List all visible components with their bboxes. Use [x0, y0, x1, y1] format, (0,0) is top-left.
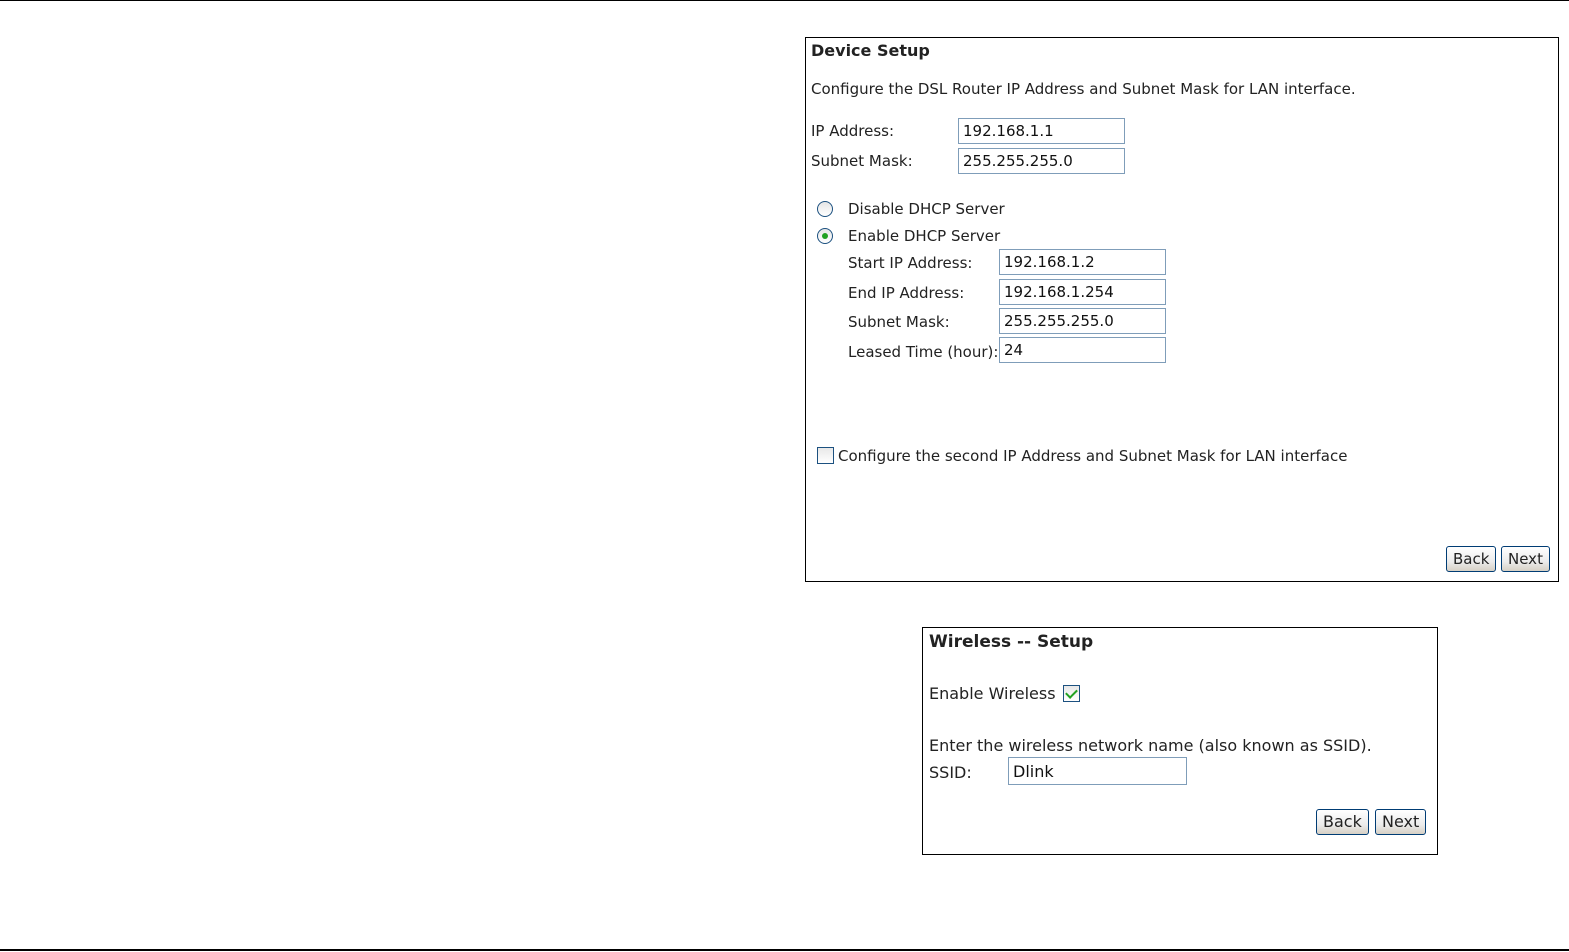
disable-dhcp-radio[interactable] [817, 201, 833, 217]
ssid-input[interactable] [1008, 757, 1187, 785]
second-ip-checkbox[interactable] [817, 447, 834, 464]
start-ip-label: Start IP Address: [848, 254, 973, 272]
ip-address-input[interactable] [958, 118, 1125, 144]
wireless-next-button[interactable]: Next [1375, 809, 1427, 835]
device-setup-back-button[interactable]: Back [1446, 546, 1497, 572]
top-divider [0, 0, 1569, 1]
enable-dhcp-label: Enable DHCP Server [848, 227, 1001, 245]
subnet-mask-input[interactable] [958, 148, 1125, 174]
ip-address-label: IP Address: [811, 122, 895, 140]
ssid-label: SSID: [929, 763, 972, 782]
enable-wireless-checkbox[interactable] [1063, 685, 1080, 702]
end-ip-label: End IP Address: [848, 284, 965, 302]
device-setup-next-button[interactable]: Next [1501, 546, 1550, 572]
wireless-setup-title: Wireless -- Setup [929, 632, 1094, 652]
device-setup-panel: Device Setup Configure the DSL Router IP… [805, 37, 1559, 582]
second-ip-label: Configure the second IP Address and Subn… [838, 447, 1348, 465]
leased-time-input[interactable] [999, 337, 1166, 363]
ssid-prompt: Enter the wireless network name (also kn… [929, 736, 1372, 755]
disable-dhcp-label: Disable DHCP Server [848, 200, 1005, 218]
dhcp-subnet-mask-input[interactable] [999, 308, 1166, 334]
end-ip-input[interactable] [999, 279, 1166, 305]
device-setup-title: Device Setup [811, 41, 930, 60]
wireless-setup-panel: Wireless -- Setup Enable Wireless Enter … [922, 627, 1438, 855]
bottom-divider [0, 949, 1569, 951]
subnet-mask-label: Subnet Mask: [811, 152, 913, 170]
device-setup-description: Configure the DSL Router IP Address and … [811, 80, 1356, 98]
wireless-back-button[interactable]: Back [1316, 809, 1369, 835]
leased-time-label: Leased Time (hour): [848, 343, 999, 361]
enable-wireless-label: Enable Wireless [929, 684, 1056, 703]
dhcp-subnet-mask-label: Subnet Mask: [848, 313, 950, 331]
start-ip-input[interactable] [999, 249, 1166, 275]
enable-dhcp-radio[interactable] [817, 228, 833, 244]
